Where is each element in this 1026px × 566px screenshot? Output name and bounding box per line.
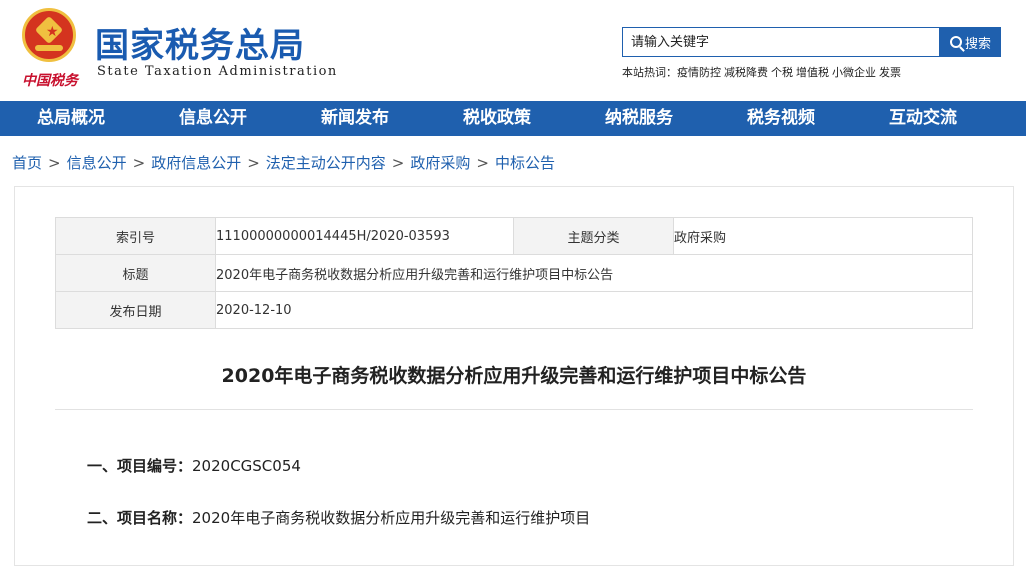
breadcrumb-separator: > — [132, 154, 146, 172]
table-row: 发布日期 2020-12-10 — [55, 291, 973, 329]
table-row: 索引号 11100000000014445H/2020-03593 主题分类 政… — [55, 217, 973, 255]
meta-label: 发布日期 — [55, 291, 216, 329]
hot-word-link[interactable]: 个税 — [771, 66, 793, 79]
article-paragraph: 二、项目名称：2020年电子商务税收数据分析应用升级完善和运行维护项目 — [87, 507, 590, 528]
star-icon: ★ — [46, 24, 59, 40]
para-value: 2020CGSC054 — [192, 457, 301, 475]
para-label: 一、项目编号： — [87, 457, 193, 475]
meta-value: 11100000000014445H/2020-03593 — [215, 217, 514, 255]
breadcrumb-separator: > — [391, 154, 405, 172]
breadcrumb-separator: > — [48, 154, 61, 172]
hot-word-link[interactable]: 小微企业 — [832, 66, 876, 79]
hot-word-link[interactable]: 疫情防控 — [677, 66, 721, 79]
site-header: ★ 中国税务 国家税务总局 State Taxation Administrat… — [0, 0, 1026, 100]
main-nav: 总局概况 信息公开 新闻发布 税收政策 纳税服务 税务视频 互动交流 — [0, 101, 1026, 136]
nav-item-overview[interactable]: 总局概况 — [0, 101, 142, 136]
site-title[interactable]: 国家税务总局 — [95, 18, 305, 67]
hot-words-label: 本站热词： — [622, 66, 677, 79]
search-button[interactable]: 搜索 — [940, 27, 1001, 57]
nav-item-tax-policy[interactable]: 税收政策 — [426, 101, 568, 136]
breadcrumb-link[interactable]: 政府采购 — [410, 154, 470, 172]
para-value: 2020年电子商务税收数据分析应用升级完善和运行维护项目 — [192, 509, 591, 527]
hot-word-link[interactable]: 增值税 — [796, 66, 829, 79]
breadcrumb-link[interactable]: 法定主动公开内容 — [266, 154, 386, 172]
nav-item-video[interactable]: 税务视频 — [710, 101, 852, 136]
table-row: 标题 2020年电子商务税收数据分析应用升级完善和运行维护项目中标公告 — [55, 254, 973, 292]
nav-item-news[interactable]: 新闻发布 — [284, 101, 426, 136]
meta-value: 政府采购 — [673, 217, 973, 255]
search-icon — [949, 36, 962, 48]
breadcrumb: 首页 > 信息公开 > 政府信息公开 > 法定主动公开内容 > 政府采购 > 中标公告 — [12, 152, 555, 173]
meta-label: 索引号 — [55, 217, 216, 255]
article-paragraph: 一、项目编号：2020CGSC054 — [87, 455, 301, 476]
meta-table: 索引号 11100000000014445H/2020-03593 主题分类 政… — [55, 217, 973, 329]
meta-label: 标题 — [55, 254, 216, 292]
divider — [55, 409, 973, 410]
hot-words: 本站热词：疫情防控 减税降费 个税 增值税 小微企业 发票 — [622, 64, 904, 80]
search-button-label: 搜索 — [964, 36, 991, 52]
hot-word-link[interactable]: 发票 — [879, 66, 901, 79]
breadcrumb-link[interactable]: 信息公开 — [67, 154, 127, 172]
nav-item-interaction[interactable]: 互动交流 — [852, 101, 994, 136]
meta-label: 主题分类 — [513, 217, 674, 255]
meta-value: 2020年电子商务税收数据分析应用升级完善和运行维护项目中标公告 — [215, 254, 973, 292]
breadcrumb-separator: > — [476, 154, 489, 172]
national-emblem-icon: ★ — [22, 8, 76, 62]
site-subtitle: State Taxation Administration — [97, 64, 338, 79]
search-input[interactable] — [622, 27, 940, 57]
breadcrumb-link[interactable]: 政府信息公开 — [151, 154, 241, 172]
content-panel: 索引号 11100000000014445H/2020-03593 主题分类 政… — [14, 186, 1014, 566]
breadcrumb-link[interactable]: 中标公告 — [495, 154, 555, 172]
nav-item-info-disclosure[interactable]: 信息公开 — [142, 101, 284, 136]
para-label: 二、项目名称： — [87, 509, 193, 527]
hot-word-link[interactable]: 减税降费 — [724, 66, 768, 79]
article-title: 2020年电子商务税收数据分析应用升级完善和运行维护项目中标公告 — [221, 365, 807, 387]
breadcrumb-separator: > — [247, 154, 260, 172]
meta-value: 2020-12-10 — [215, 291, 973, 329]
nav-item-tax-service[interactable]: 纳税服务 — [568, 101, 710, 136]
seal-text: 中国税务 — [22, 73, 78, 89]
breadcrumb-link[interactable]: 首页 — [12, 154, 42, 172]
